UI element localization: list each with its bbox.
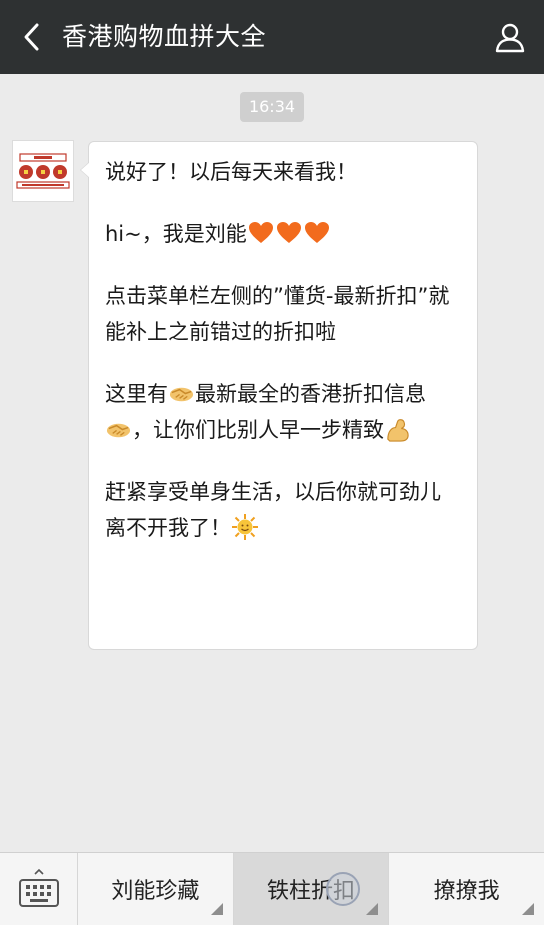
handshake-icon (106, 423, 131, 438)
account-logo (16, 153, 70, 189)
account-avatar[interactable] (12, 140, 74, 202)
keyboard-toggle-button[interactable] (0, 853, 78, 925)
heart-icon (276, 222, 301, 243)
greeting-text: hi~，我是刘能 (105, 222, 247, 246)
chevron-left-icon (24, 23, 39, 51)
flexed-arm-icon (387, 419, 409, 442)
info-text-end: ，让你们比别人早一步精致 (132, 418, 384, 442)
menu-item-label: 撩撩我 (433, 879, 500, 904)
submenu-indicator-icon (210, 903, 223, 915)
menu-item-discounts[interactable]: 铁柱折扣 (233, 853, 390, 925)
message-timestamp: 16:34 (240, 92, 304, 122)
chat-title: 香港购物血拼大全 (62, 22, 267, 51)
info-text-middle: 最新最全的香港折扣信息 (195, 382, 426, 406)
keyboard-icon (18, 868, 59, 907)
message-line-4: 这里有 最新最全的香港折扣信息 ，让你们比别人早一步精致 (105, 376, 461, 448)
submenu-indicator-icon (366, 903, 379, 915)
back-button[interactable] (12, 17, 52, 57)
info-text-start: 这里有 (105, 382, 168, 406)
closing-text: 赶紧享受单身生活，以后你就可劲儿离不开我了！ (105, 480, 441, 540)
handshake-icon (169, 387, 194, 402)
menu-bar: 刘能珍藏 铁柱折扣 撩撩我 (0, 852, 544, 925)
profile-button[interactable] (490, 17, 530, 57)
menu-item-label: 刘能珍藏 (111, 879, 200, 904)
menu-item-chat[interactable]: 撩撩我 (389, 853, 544, 925)
heart-icon (248, 222, 273, 243)
message-line-2: hi~，我是刘能 (105, 216, 461, 252)
message-bubble: 说好了！以后每天来看我！ hi~，我是刘能 点击菜单栏左侧的”懂货-最新折扣”就… (80, 141, 478, 650)
top-bar: 香港购物血拼大全 (0, 0, 544, 74)
touch-indicator (325, 872, 360, 906)
message-line-1: 说好了！以后每天来看我！ (105, 160, 357, 184)
person-icon (495, 23, 525, 53)
menu-item-collection[interactable]: 刘能珍藏 (78, 853, 234, 925)
message-line-5: 赶紧享受单身生活，以后你就可劲儿离不开我了！ (105, 474, 461, 546)
submenu-indicator-icon (522, 903, 535, 915)
heart-icon (304, 222, 329, 243)
sun-icon (232, 514, 258, 540)
message-line-3: 点击菜单栏左侧的”懂货-最新折扣”就能补上之前错过的折扣啦 (105, 284, 450, 344)
